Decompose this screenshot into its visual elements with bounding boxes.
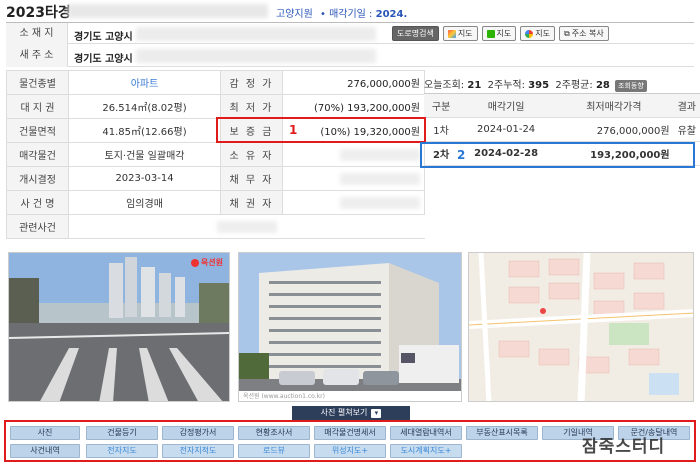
creditor-label: 채 권 자	[220, 190, 283, 215]
address-buttons: 도로명검색 지도 지도 지도 ⧉ 주소 복사	[392, 26, 609, 41]
creditor-value	[282, 190, 425, 215]
road-name-search-button[interactable]: 도로명검색	[392, 26, 439, 41]
copy-address-button[interactable]: ⧉ 주소 복사	[559, 26, 609, 41]
redacted-address	[136, 27, 376, 41]
col-result: 결과	[673, 93, 700, 118]
start-decision-value: 2023-03-14	[68, 166, 221, 191]
table-row: 개시결정 2023-03-14 채 무 자	[6, 166, 425, 191]
property-type-value[interactable]: 아파트	[68, 70, 221, 95]
building-registry-button[interactable]: 건물등기	[86, 426, 158, 440]
minimum-price-label: 최 저 가	[220, 94, 283, 119]
photo-caption: 옥션원 (www.auction1.co.kr)	[239, 391, 461, 401]
table-row	[424, 190, 700, 214]
appraisal-label: 감 정 가	[220, 70, 283, 95]
copy-icon: ⧉	[564, 29, 570, 38]
building-area-value: 41.85㎡(12.66평)	[68, 118, 221, 143]
table-row: 사 건 명 임의경매 채 권 자	[6, 190, 425, 215]
round-cell: 1차	[424, 117, 459, 142]
map-thumbnail[interactable]	[468, 252, 694, 402]
redacted-case-suffix	[68, 4, 268, 18]
logo-mark-icon	[190, 258, 199, 267]
price-cell: 276,000,000원	[554, 117, 674, 142]
new-address-row: 새 주 소 경기도 고양시	[6, 45, 694, 67]
property-list-button[interactable]: 부동산표시목록	[466, 426, 538, 440]
view-stats: 오늘조회: 21 2주누적: 395 2주평균: 28 조회동향	[424, 76, 647, 92]
google-icon	[525, 29, 534, 38]
table-row: 대 지 권 26.514㎡(8.02평) 최 저 가 (70%) 193,200…	[6, 94, 425, 119]
street-view-photo[interactable]: 옥션원	[8, 252, 230, 402]
electronic-map-button[interactable]: 전자지도	[86, 444, 158, 458]
watermark: 잠죽스터디	[582, 437, 666, 457]
related-case-value	[68, 214, 425, 239]
auction-one-logo: 옥션원	[190, 257, 223, 268]
start-decision-label: 개시결정	[6, 166, 69, 191]
property-type-label: 물건종별	[6, 70, 69, 95]
naver-icon	[486, 29, 495, 38]
sale-date: • 매각기일 : 2024.	[320, 9, 408, 20]
redacted-new-address	[136, 49, 376, 63]
table-header-row: 구분 매각기일 최저매각가격 결과	[424, 93, 700, 118]
google-map-button[interactable]: 지도	[520, 26, 556, 41]
location-label: 소 재 지	[6, 23, 68, 45]
owner-value	[282, 142, 425, 167]
building-photo[interactable]: 옥션원 (www.auction1.co.kr)	[238, 252, 462, 402]
cadastral-map-button[interactable]: 전자지적도	[162, 444, 234, 458]
road-view-button[interactable]: 로드뷰	[238, 444, 310, 458]
col-date: 매각기일	[458, 93, 555, 118]
location-value: 경기도 고양시	[74, 32, 133, 43]
debtor-label: 채 무 자	[220, 166, 283, 191]
table-row	[424, 166, 700, 190]
case-number: 2023타경	[6, 5, 71, 21]
appraisal-value: 276,000,000원	[282, 70, 425, 95]
location-row: 소 재 지 경기도 고양시 도로명검색 지도 지도 지도 ⧉ 주소 복사	[6, 22, 694, 45]
appraisal-report-button[interactable]: 감정평가서	[162, 426, 234, 440]
status-survey-button[interactable]: 현황조사서	[238, 426, 310, 440]
photos-button[interactable]: 사진	[10, 426, 80, 440]
sale-object-label: 매각물건	[6, 142, 69, 167]
related-case-label: 관련사건	[6, 214, 69, 239]
urban-plan-map-button[interactable]: 도시계획지도+	[390, 444, 462, 458]
table-row: 매각물건 토지·건물 일괄매각 소 유 자	[6, 142, 425, 167]
col-round: 구분	[424, 93, 459, 118]
land-right-value: 26.514㎡(8.02평)	[68, 94, 221, 119]
result-cell: 유찰	[673, 117, 700, 142]
new-address-value: 경기도 고양시	[74, 54, 133, 65]
daum-map-button[interactable]: 지도	[442, 26, 478, 41]
case-header: 2023타경 고양지원 • 매각기일 : 2024.	[0, 0, 700, 22]
col-price: 최저매각가격	[554, 93, 674, 118]
naver-map-button[interactable]: 지도	[481, 26, 517, 41]
view-all-photos-button[interactable]: 사진 펼쳐보기 ▾	[292, 406, 410, 420]
case-name-value: 임의경매	[68, 190, 221, 215]
annotation-1: 1	[289, 123, 298, 137]
building-area-label: 건물면적	[6, 118, 69, 143]
sale-statement-button[interactable]: 매각물건명세서	[314, 426, 386, 440]
court-name[interactable]: 고양지원	[276, 5, 313, 20]
view-trend-button[interactable]: 조회동향	[615, 80, 647, 92]
annotation-2: 2	[457, 148, 466, 162]
case-name-label: 사 건 명	[6, 190, 69, 215]
chevron-down-icon: ▾	[371, 409, 382, 418]
daum-icon	[447, 29, 456, 38]
satellite-map-button[interactable]: 위성지도+	[314, 444, 386, 458]
household-records-button[interactable]: 세대열람내역서	[390, 426, 462, 440]
table-row: 1차 2024-01-24 276,000,000원 유찰	[424, 117, 700, 142]
case-history-button[interactable]: 사건내역	[10, 444, 80, 458]
redacted-creditor	[340, 196, 420, 209]
date-cell: 2024-01-24	[458, 117, 555, 142]
table-row: 관련사건	[6, 214, 425, 239]
redacted-related-case	[216, 220, 277, 233]
debtor-value	[282, 166, 425, 191]
land-right-label: 대 지 권	[6, 94, 69, 119]
owner-label: 소 유 자	[220, 142, 283, 167]
new-address-label: 새 주 소	[6, 45, 68, 67]
redacted-owner	[340, 148, 420, 161]
deposit-highlight-box	[216, 117, 426, 143]
property-info-table: 물건종별 아파트 감 정 가 276,000,000원 대 지 권 26.514…	[6, 70, 425, 239]
minimum-price-value: (70%) 193,200,000원	[282, 94, 425, 119]
redacted-debtor	[340, 172, 420, 185]
table-row: 물건종별 아파트 감 정 가 276,000,000원	[6, 70, 425, 95]
sale-object-value: 토지·건물 일괄매각	[68, 142, 221, 167]
